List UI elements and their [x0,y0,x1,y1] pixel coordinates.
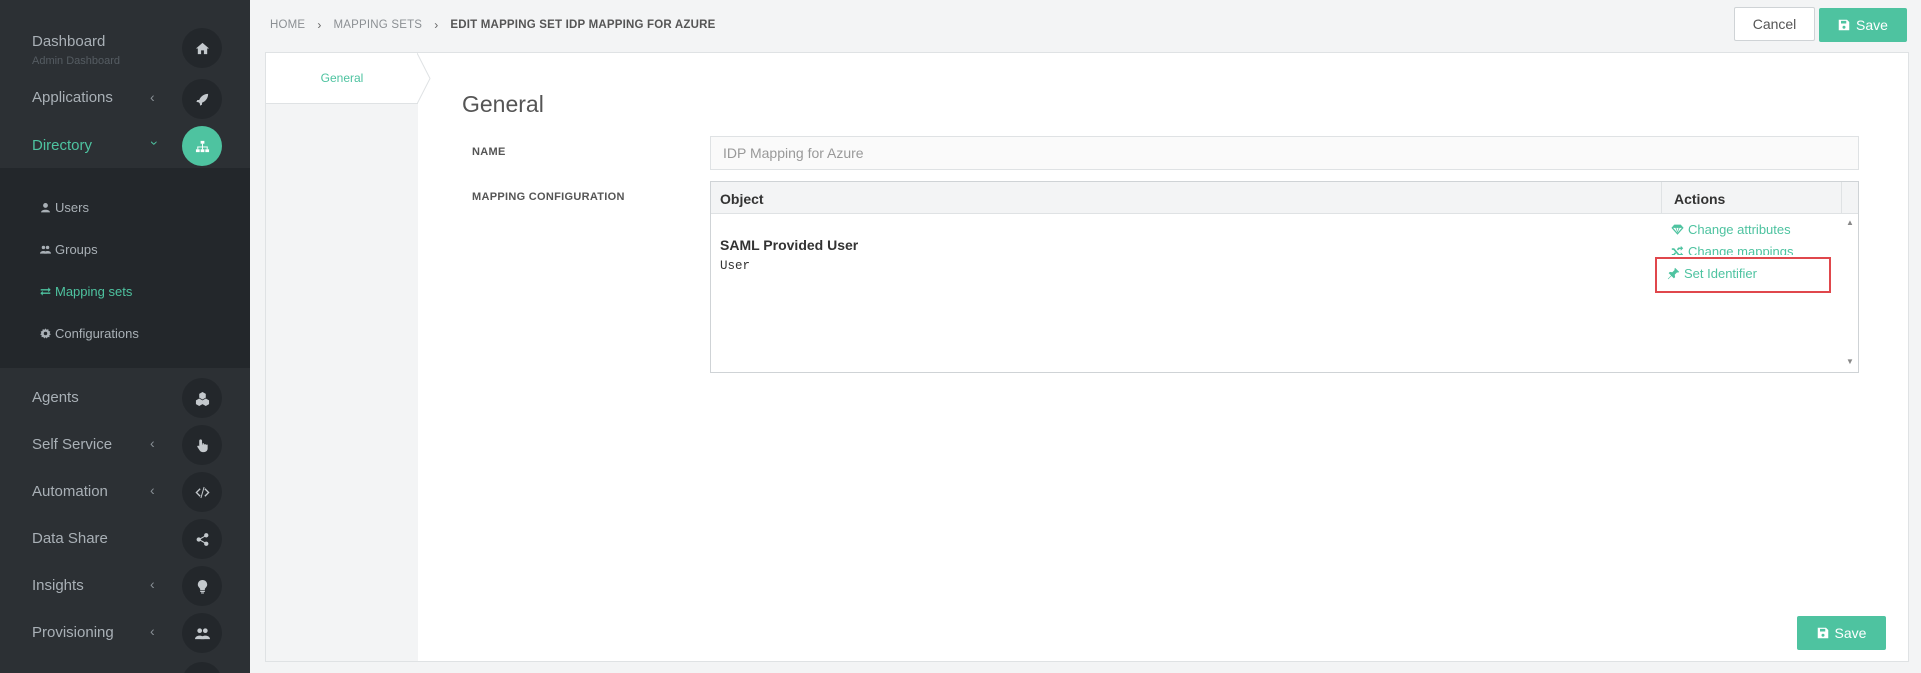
code-icon [182,472,222,512]
chevron-left-icon: ‹ [150,482,155,498]
tab-arrow [417,53,431,104]
set-identifier-highlight [1655,257,1831,293]
sidebar-item-label: Data Share [32,530,108,547]
section-title: General [462,91,544,117]
sidebar-item-label: Directory [32,137,93,154]
main-panel: General General NAME MAPPING CONFIGURATI… [265,52,1909,662]
column-divider [1661,182,1662,214]
scroll-down-arrow[interactable]: ▼ [1846,357,1854,366]
chevron-left-icon: ‹ [150,435,155,451]
home-icon [182,28,222,68]
sidebar-item-mapping-sets[interactable]: Mapping sets [40,284,132,299]
floppy-disk-icon [1817,627,1828,639]
sidebar-item-self-service[interactable]: Self Service ‹ [0,421,250,468]
change-attributes-link[interactable]: Change attributes [1671,222,1791,237]
column-divider [1841,182,1842,214]
breadcrumb: HOME › MAPPING SETS › EDIT MAPPING SET I… [270,18,715,32]
cancel-button[interactable]: Cancel [1734,7,1815,41]
sidebar-item-label: Agents [32,389,79,406]
sidebar-item-label: Configurations [55,326,139,341]
column-header-actions: Actions [1674,191,1726,207]
cubes-icon [182,378,222,418]
sidebar-item-dashboard[interactable]: Dashboard Admin Dashboard [0,24,250,72]
users-icon [40,245,51,254]
exchange-icon [40,287,51,296]
action-label: Change attributes [1688,222,1791,237]
sidebar-item-data-share[interactable]: Data Share [0,515,250,562]
save-button[interactable]: Save [1819,8,1907,42]
sidebar-item-agents[interactable]: Agents [0,374,250,421]
lightbulb-icon [182,566,222,606]
name-input[interactable] [710,136,1859,170]
chevron-left-icon: ‹ [150,89,155,105]
chevron-down-icon: ‹ [144,140,161,146]
sidebar-item-label: Mapping sets [55,284,133,299]
breadcrumb-current: EDIT MAPPING SET IDP MAPPING FOR AZURE [450,19,716,31]
tab-general[interactable]: General [266,53,418,104]
hand-pointer-icon [182,425,222,465]
sidebar-item-users[interactable]: Users [40,200,89,215]
save-button-label: Save [1834,625,1867,641]
share-icon [182,519,222,559]
sidebar-item-label: Applications [32,89,113,106]
directory-submenu: Users Groups Mapping sets Configurations [0,168,250,368]
sidebar-item-directory[interactable]: Directory ‹ [0,122,250,169]
sidebar-item-label: Groups [55,242,98,257]
sitemap-icon [182,126,222,166]
object-type: User [720,259,751,273]
mapping-configuration-label: MAPPING CONFIGURATION [472,191,625,203]
sidebar-item-label: Automation [32,483,108,500]
sidebar-item-automation[interactable]: Automation ‹ [0,468,250,515]
table-header: Object Actions [711,182,1858,214]
sidebar-item-insights[interactable]: Insights ‹ [0,562,250,609]
save-button-label: Save [1856,17,1888,33]
footer-save-button[interactable]: Save [1797,616,1886,650]
sidebar-item-provisioning[interactable]: Provisioning ‹ [0,609,250,656]
scroll-up-arrow[interactable]: ▲ [1846,218,1854,227]
sidebar-item-groups[interactable]: Groups [40,242,98,257]
breadcrumb-mapping-sets[interactable]: MAPPING SETS [334,19,423,31]
name-label: NAME [472,146,506,158]
sidebar-item-sublabel: Admin Dashboard [32,55,121,67]
rocket-icon [182,79,222,119]
sidebar-item-label: Self Service [32,436,113,453]
chevron-right-icon: › [317,18,322,32]
column-header-object: Object [720,191,764,207]
chevron-left-icon: ‹ [150,576,155,592]
object-name: SAML Provided User [720,237,859,253]
chevron-right-icon: › [434,18,439,32]
users-icon [182,613,222,653]
diamond-icon [1671,224,1684,235]
sidebar-item-configurations[interactable]: Configurations [40,326,139,341]
sidebar-item-label: Dashboard [32,33,106,50]
sidebar-item-label: Users [55,200,89,215]
sidebar-item-applications[interactable]: Applications ‹ [0,75,250,122]
more-icon [182,662,222,673]
tabs-column [266,53,418,661]
breadcrumb-home[interactable]: HOME [270,19,305,31]
user-icon [41,203,50,213]
floppy-disk-icon [1838,19,1850,31]
gear-icon [40,328,51,339]
chevron-left-icon: ‹ [150,623,155,639]
sidebar-item-label: Provisioning [32,624,114,641]
sidebar: Dashboard Admin Dashboard Applications ‹… [0,0,250,673]
sidebar-item-label: Insights [32,577,84,594]
